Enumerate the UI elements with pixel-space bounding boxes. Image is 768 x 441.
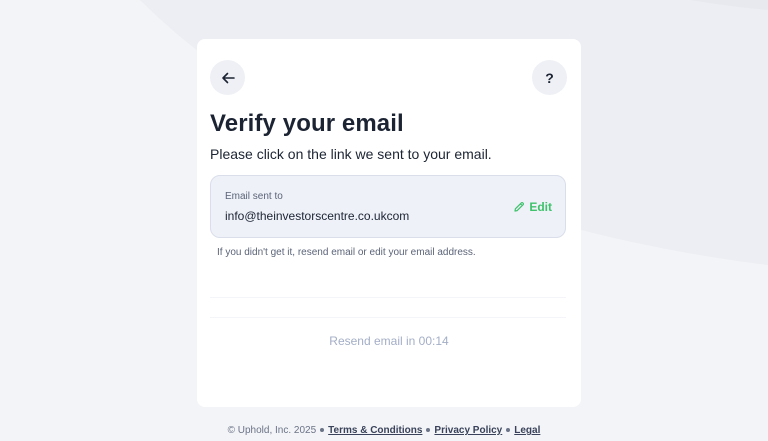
legal-link[interactable]: Legal	[514, 425, 540, 436]
copyright-text: © Uphold, Inc. 2025	[227, 425, 317, 436]
pencil-icon	[514, 201, 525, 212]
separator-dot	[320, 428, 325, 433]
divider	[210, 317, 566, 318]
back-button[interactable]	[210, 60, 245, 95]
email-sent-box: Email sent to info@theinvestorscentre.co…	[210, 175, 566, 238]
email-address: info@theinvestorscentre.co.ukcom	[225, 209, 410, 223]
privacy-policy-link[interactable]: Privacy Policy	[434, 425, 502, 436]
help-icon: ?	[545, 69, 554, 86]
verify-email-card: ? Verify your email Please click on the …	[197, 39, 581, 407]
divider	[210, 297, 566, 298]
arrow-left-icon	[221, 72, 235, 83]
help-button[interactable]: ?	[532, 60, 567, 95]
resend-hint: If you didn't get it, resend email or ed…	[217, 247, 476, 258]
edit-label: Edit	[529, 200, 552, 214]
edit-email-button[interactable]: Edit	[513, 200, 552, 214]
footer: © Uphold, Inc. 2025 Terms & Conditions Pri…	[0, 425, 768, 436]
resend-email-countdown[interactable]: Resend email in 00:14	[197, 334, 581, 348]
separator-dot	[506, 428, 511, 433]
page-title: Verify your email	[210, 110, 404, 137]
email-sent-label: Email sent to	[225, 191, 283, 202]
terms-link[interactable]: Terms & Conditions	[328, 425, 422, 436]
separator-dot	[426, 428, 431, 433]
page-subtitle: Please click on the link we sent to your…	[210, 146, 492, 162]
